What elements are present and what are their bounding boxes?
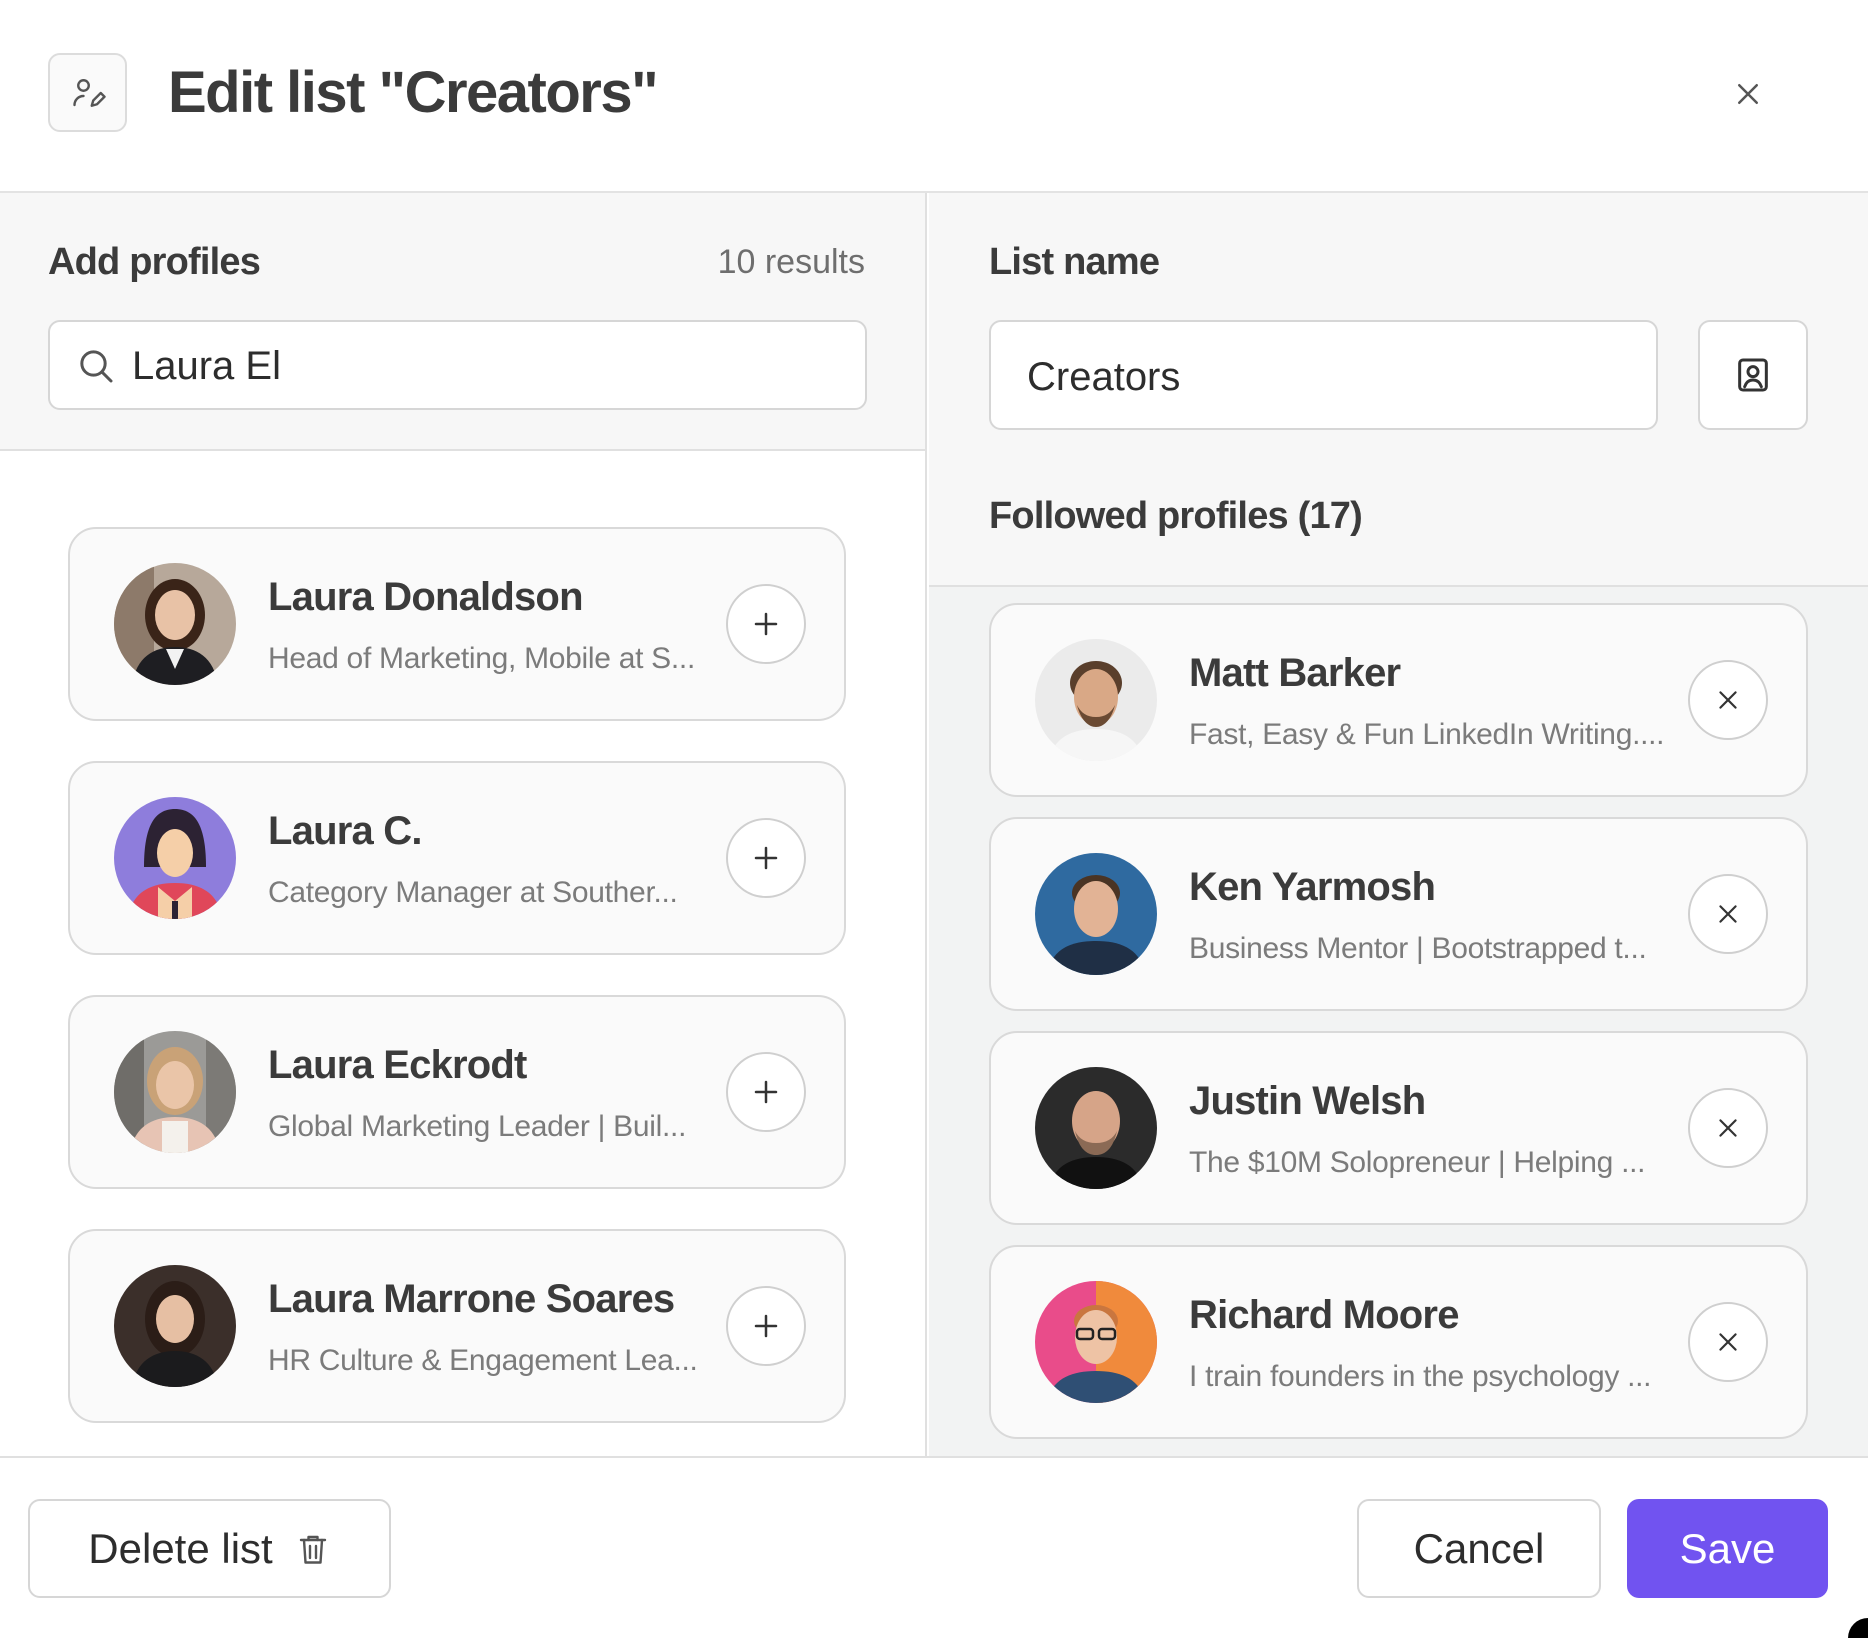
add-profile-button[interactable] xyxy=(726,1286,806,1366)
avatar xyxy=(114,797,236,919)
profile-subtitle: The $10M Solopreneur | Helping ... xyxy=(1189,1146,1646,1179)
profile-subtitle: Business Mentor | Bootstrapped t... xyxy=(1189,932,1647,965)
profile-subtitle: Category Manager at Souther... xyxy=(268,876,678,909)
profile-name: Laura C. xyxy=(268,809,422,853)
list-icon-button[interactable] xyxy=(1698,320,1808,430)
dialog-title: Edit list "Creators" xyxy=(168,60,659,125)
plus-icon xyxy=(754,612,778,636)
close-icon xyxy=(1719,691,1737,709)
user-edit-icon xyxy=(48,53,127,132)
trash-icon xyxy=(299,1535,326,1564)
list-panel: List name Creators Followed profiles (17… xyxy=(929,193,1868,1456)
followed-profile-card: Matt Barker Fast, Easy & Fun LinkedIn Wr… xyxy=(989,603,1808,797)
remove-profile-button[interactable] xyxy=(1688,1088,1768,1168)
profile-name: Laura Marrone Soares xyxy=(268,1277,675,1321)
profile-card: Laura Marrone Soares HR Culture & Engage… xyxy=(68,1229,846,1423)
plus-icon xyxy=(754,1080,778,1104)
profile-name: Laura Eckrodt xyxy=(268,1043,527,1087)
profile-card: Laura Eckrodt Global Marketing Leader | … xyxy=(68,995,846,1189)
add-profiles-header: Add profiles 10 results Laura El xyxy=(0,193,925,451)
profile-subtitle: Head of Marketing, Mobile at S... xyxy=(268,642,695,675)
profile-card: Laura C. Category Manager at Souther... xyxy=(68,761,846,955)
list-name-label: List name xyxy=(989,241,1160,283)
avatar xyxy=(114,1265,236,1387)
avatar xyxy=(1035,1281,1157,1403)
list-name-value[interactable]: Creators xyxy=(1027,355,1180,399)
delete-list-button[interactable]: Delete list xyxy=(28,1499,391,1598)
close-icon xyxy=(1738,84,1758,104)
profile-name: Justin Welsh xyxy=(1189,1079,1426,1123)
save-button[interactable]: Save xyxy=(1627,1499,1828,1598)
add-profiles-title: Add profiles xyxy=(48,241,261,283)
avatar xyxy=(1035,853,1157,975)
cancel-button[interactable]: Cancel xyxy=(1357,1499,1601,1598)
search-value[interactable]: Laura El xyxy=(132,344,281,388)
add-profile-button[interactable] xyxy=(726,584,806,664)
profile-card: Laura Donaldson Head of Marketing, Mobil… xyxy=(68,527,846,721)
close-icon xyxy=(1719,1119,1737,1137)
avatar xyxy=(1035,639,1157,761)
avatar xyxy=(114,1031,236,1153)
followed-profiles-title: Followed profiles (17) xyxy=(989,495,1363,537)
profile-subtitle: HR Culture & Engagement Lea... xyxy=(268,1344,698,1377)
avatar xyxy=(1035,1067,1157,1189)
remove-profile-button[interactable] xyxy=(1688,1302,1768,1382)
contact-card-icon xyxy=(1738,358,1768,392)
profile-subtitle: I train founders in the psychology ... xyxy=(1189,1360,1652,1393)
plus-icon xyxy=(754,846,778,870)
followed-profile-card: Ken Yarmosh Business Mentor | Bootstrapp… xyxy=(989,817,1808,1011)
delete-list-label: Delete list xyxy=(88,1524,273,1572)
close-icon xyxy=(1719,905,1737,923)
search-icon xyxy=(80,350,113,383)
add-profiles-panel: Add profiles 10 results Laura El Laura D… xyxy=(0,193,927,1456)
list-settings: List name Creators Followed profiles (17… xyxy=(929,193,1868,587)
profile-subtitle: Global Marketing Leader | Buil... xyxy=(268,1110,687,1143)
followed-profile-card: Richard Moore I train founders in the ps… xyxy=(989,1245,1808,1439)
profile-name: Laura Donaldson xyxy=(268,575,584,619)
dialog-header: Edit list "Creators" xyxy=(0,0,1868,193)
followed-profile-card: Justin Welsh The $10M Solopreneur | Help… xyxy=(989,1031,1808,1225)
add-profile-button[interactable] xyxy=(726,818,806,898)
profile-name: Ken Yarmosh xyxy=(1189,865,1436,909)
add-profile-button[interactable] xyxy=(726,1052,806,1132)
list-name-input[interactable]: Creators xyxy=(989,320,1658,430)
remove-profile-button[interactable] xyxy=(1688,660,1768,740)
plus-icon xyxy=(754,1314,778,1338)
close-icon xyxy=(1719,1333,1737,1351)
profile-subtitle: Fast, Easy & Fun LinkedIn Writing.... xyxy=(1189,718,1665,751)
results-count: 10 results xyxy=(717,243,865,281)
avatar xyxy=(114,563,236,685)
profile-name: Matt Barker xyxy=(1189,651,1401,695)
close-button[interactable] xyxy=(1724,70,1772,118)
search-input[interactable]: Laura El xyxy=(48,320,867,410)
dialog-footer: Delete list Cancel Save xyxy=(0,1456,1868,1638)
remove-profile-button[interactable] xyxy=(1688,874,1768,954)
profile-name: Richard Moore xyxy=(1189,1293,1459,1337)
